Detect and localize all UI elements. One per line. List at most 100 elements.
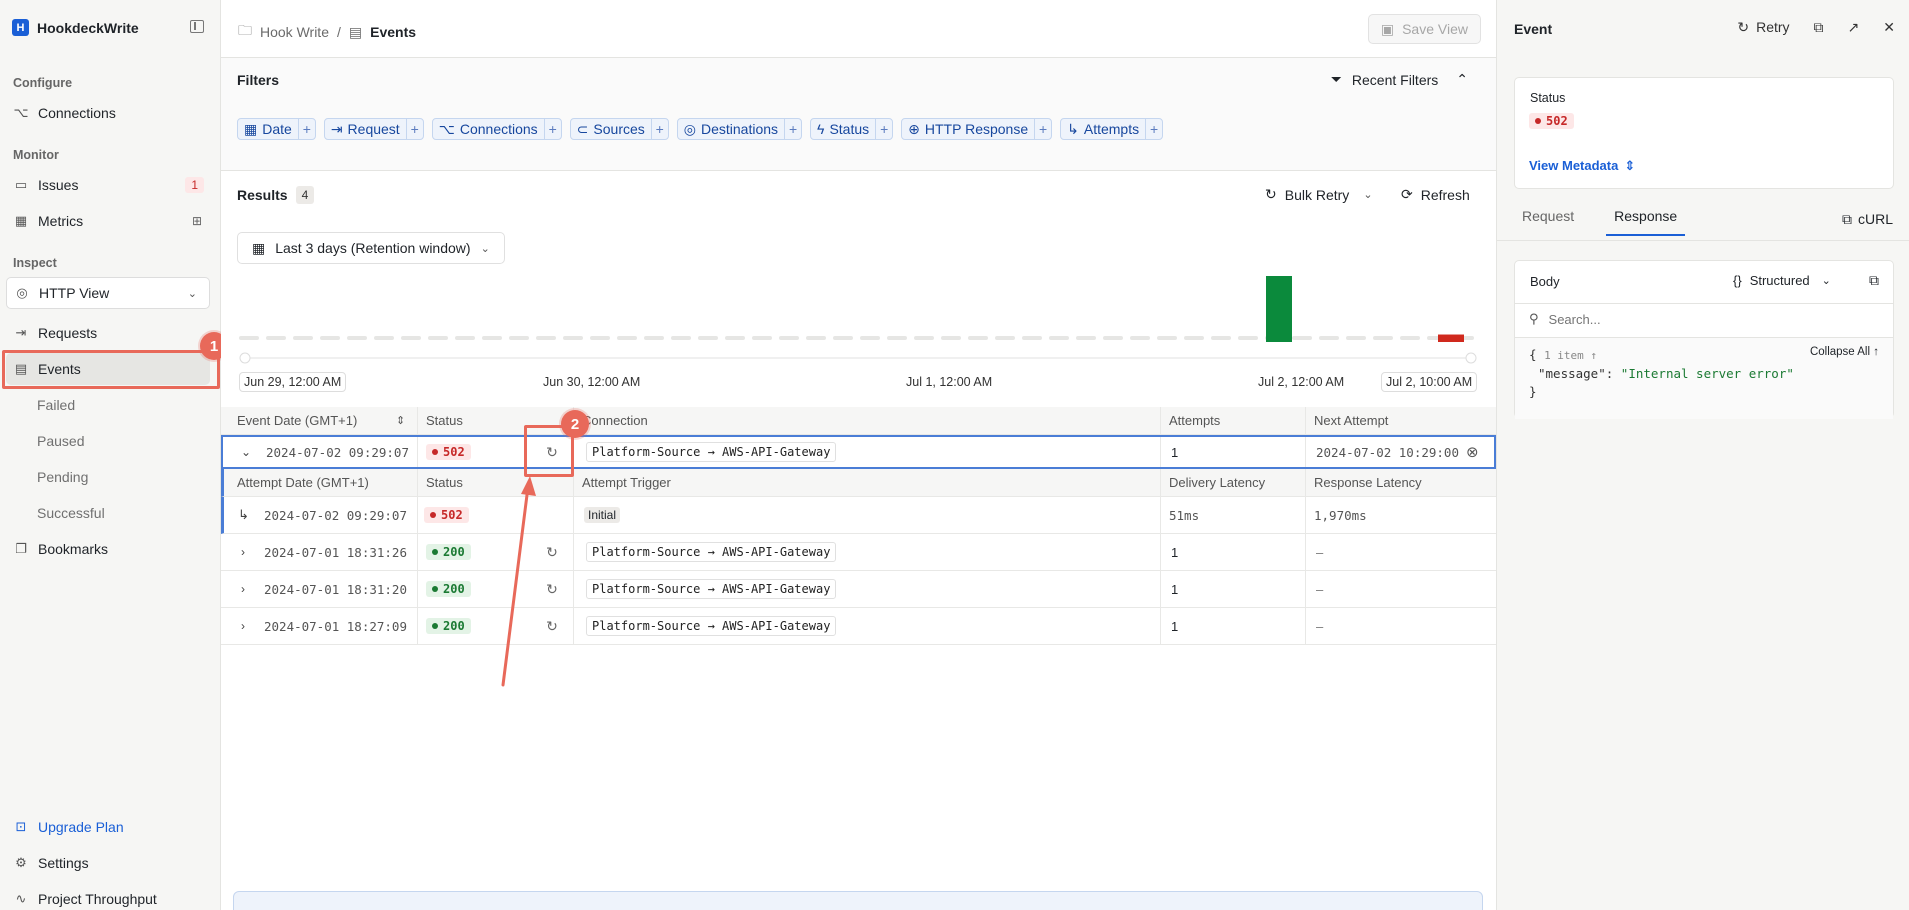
tab-request[interactable]: Request (1514, 208, 1574, 236)
filter-chip-sources[interactable]: ⊂ Sources + (569, 118, 669, 140)
status-code: 502 (443, 445, 465, 459)
format-select[interactable]: {} Structured ⌄ (1733, 273, 1831, 288)
section-configure: Configure (13, 76, 73, 90)
events-histogram[interactable]: Jun 29, 12:00 AM Jun 30, 12:00 AM Jul 1,… (239, 270, 1479, 392)
chevron-down-icon[interactable]: ⌄ (241, 437, 253, 467)
retry-icon[interactable]: ↻ (545, 581, 559, 597)
bookmark-icon[interactable]: ⧉ (1814, 19, 1824, 36)
attempt-row[interactable]: ↳ 2024-07-02 09:29:07 502 Initial 51ms 1… (221, 497, 1496, 534)
brand[interactable]: H HookdeckWrite (12, 19, 139, 36)
filter-chip-http-response[interactable]: ⊕ HTTP Response + (901, 118, 1053, 140)
histogram-bar-success[interactable] (1266, 276, 1292, 342)
connection-chip[interactable]: Platform-Source → AWS-API-Gateway (586, 616, 837, 636)
chevron-right-icon[interactable]: › (241, 571, 253, 607)
next-attempt: – (1316, 618, 1324, 634)
sort-icon[interactable]: ⇕ (396, 407, 405, 434)
attempt-trigger: Initial (584, 507, 621, 523)
json-meta[interactable]: 1 item ↑ (1544, 349, 1597, 362)
chip-add-icon[interactable]: + (1145, 119, 1162, 139)
gear-icon: ⚙ (15, 855, 27, 870)
copy-icon[interactable]: ⧉ (1869, 272, 1879, 289)
chip-add-icon[interactable]: + (875, 119, 892, 139)
connection-chip[interactable]: Platform-Source → AWS-API-Gateway (586, 579, 837, 599)
chip-add-icon[interactable]: + (297, 119, 315, 139)
sidebar-collapse-icon[interactable] (190, 20, 204, 33)
sidebar-item-paused[interactable]: Paused (6, 425, 210, 457)
table-row[interactable]: › 2024-07-01 18:27:09 200 ↻ Platform-Sou… (221, 608, 1496, 645)
http-view-dropdown[interactable]: ◎ HTTP View ⌄ (6, 277, 210, 309)
sidebar-item-requests[interactable]: ⇥ Requests (6, 317, 210, 349)
chevron-right-icon[interactable]: › (241, 534, 253, 570)
close-icon[interactable]: ✕ (1883, 19, 1895, 36)
histogram-bar-error[interactable] (1438, 334, 1464, 342)
sidebar-item-project-throughput[interactable]: ∿ Project Throughput (6, 883, 210, 910)
retry-icon[interactable]: ↻ (545, 618, 559, 634)
sidebar-item-label: Requests (38, 325, 98, 341)
open-external-icon[interactable]: ↗ (1848, 19, 1860, 36)
chart-icon: ▦ (14, 213, 28, 228)
chip-add-icon[interactable]: + (784, 119, 801, 139)
chip-add-icon[interactable]: + (405, 119, 423, 139)
save-icon: ▣ (1380, 20, 1395, 37)
histogram-tick-label: Jul 2, 12:00 AM (1258, 375, 1345, 389)
cancel-icon[interactable]: ⊗ (1466, 437, 1479, 467)
chevron-right-icon[interactable]: › (241, 608, 253, 644)
add-dashboard-icon[interactable]: ⊞ (192, 214, 202, 228)
view-metadata-link[interactable]: View Metadata ⇕ (1529, 158, 1635, 174)
sidebar-item-bookmarks[interactable]: ❐ Bookmarks (6, 533, 210, 565)
save-view-button[interactable]: ▣ Save View (1367, 14, 1481, 44)
return-arrow-icon: ↳ (1067, 120, 1079, 137)
filter-chip-attempts[interactable]: ↳ Attempts + (1060, 118, 1164, 140)
filter-chip-date[interactable]: ▦ Date + (237, 118, 316, 140)
range-handle-right[interactable] (1465, 352, 1477, 364)
sidebar-item-pending[interactable]: Pending (6, 461, 210, 493)
event-date: 2024-07-01 18:27:09 (264, 618, 407, 634)
refresh-button[interactable]: ⟳ Refresh (1401, 186, 1470, 203)
retry-button[interactable]: ↻ Retry (1737, 19, 1789, 36)
json-key: "message" (1538, 366, 1606, 381)
column-divider (1305, 407, 1306, 434)
collapse-all-button[interactable]: Collapse All ↑ (1810, 346, 1879, 358)
table-row[interactable]: › 2024-07-01 18:31:20 200 ↻ Platform-Sou… (221, 571, 1496, 608)
sidebar-item-issues[interactable]: ▭ Issues 1 (6, 169, 210, 201)
filter-chip-request[interactable]: ⇥ Request + (323, 118, 424, 140)
chip-add-icon[interactable]: + (650, 119, 668, 139)
json-viewer: Collapse All ↑ { 1 item ↑ "message": "In… (1515, 337, 1893, 419)
chip-add-icon[interactable]: + (543, 119, 561, 139)
table-row[interactable]: › 2024-07-01 18:31:26 200 ↻ Platform-Sou… (221, 534, 1496, 571)
upgrade-plan-link[interactable]: ⊡ Upgrade Plan (6, 811, 210, 843)
chip-add-icon[interactable]: + (1034, 119, 1051, 139)
bulk-retry-button[interactable]: ↻ Bulk Retry ⌄ (1265, 186, 1373, 203)
recent-filters-button[interactable]: ⏷ Recent Filters ⌃ (1331, 71, 1468, 88)
request-icon: ⇥ (330, 120, 343, 137)
sidebar-item-failed[interactable]: Failed (6, 389, 210, 421)
results-label: Results (237, 187, 288, 203)
search-input[interactable] (1548, 311, 1849, 327)
retry-icon[interactable]: ↻ (545, 544, 559, 560)
filter-chip-destinations[interactable]: ◎ Destinations + (676, 118, 803, 140)
sidebar-item-connections[interactable]: ⌥ Connections (6, 97, 210, 129)
col-event-date[interactable]: Event Date (GMT+1) (237, 407, 357, 434)
column-divider (1305, 571, 1306, 607)
filter-chips: ▦ Date + ⇥ Request + ⌥ Connections + ⊂ Sources +… (237, 118, 1164, 140)
sidebar-item-settings[interactable]: ⚙ Settings (6, 847, 210, 879)
sidebar-item-metrics[interactable]: ▦ Metrics ⊞ (6, 205, 210, 237)
connection-chip[interactable]: Platform-Source → AWS-API-Gateway (586, 442, 837, 462)
filter-chip-status[interactable]: ϟ Status + (810, 118, 894, 140)
tab-response[interactable]: Response (1606, 208, 1686, 236)
section-monitor: Monitor (13, 148, 59, 162)
next-attempt: 2024-07-02 10:29:00 (1316, 444, 1459, 460)
histogram-empty-slot (1076, 336, 1096, 340)
curl-button[interactable]: ⧉ cURL (1842, 211, 1893, 228)
histogram-empty-slot (671, 336, 691, 340)
histogram-empty-slot (1103, 336, 1123, 340)
breadcrumb-project[interactable]: Hook Write (260, 24, 329, 40)
range-handle-left[interactable] (239, 352, 251, 364)
connection-chip[interactable]: Platform-Source → AWS-API-Gateway (586, 542, 837, 562)
table-row-selected[interactable]: ⌄ 2024-07-02 09:29:07 502 ↻ Platform-Sou… (221, 435, 1496, 469)
filter-chip-connections[interactable]: ⌥ Connections + (431, 118, 562, 140)
date-range-select[interactable]: ▦ Last 3 days (Retention window) ⌄ (237, 232, 505, 264)
body-search[interactable]: ⚲ (1529, 311, 1879, 327)
sidebar-item-successful[interactable]: Successful (6, 497, 210, 529)
histogram-empty-slot (914, 336, 934, 340)
